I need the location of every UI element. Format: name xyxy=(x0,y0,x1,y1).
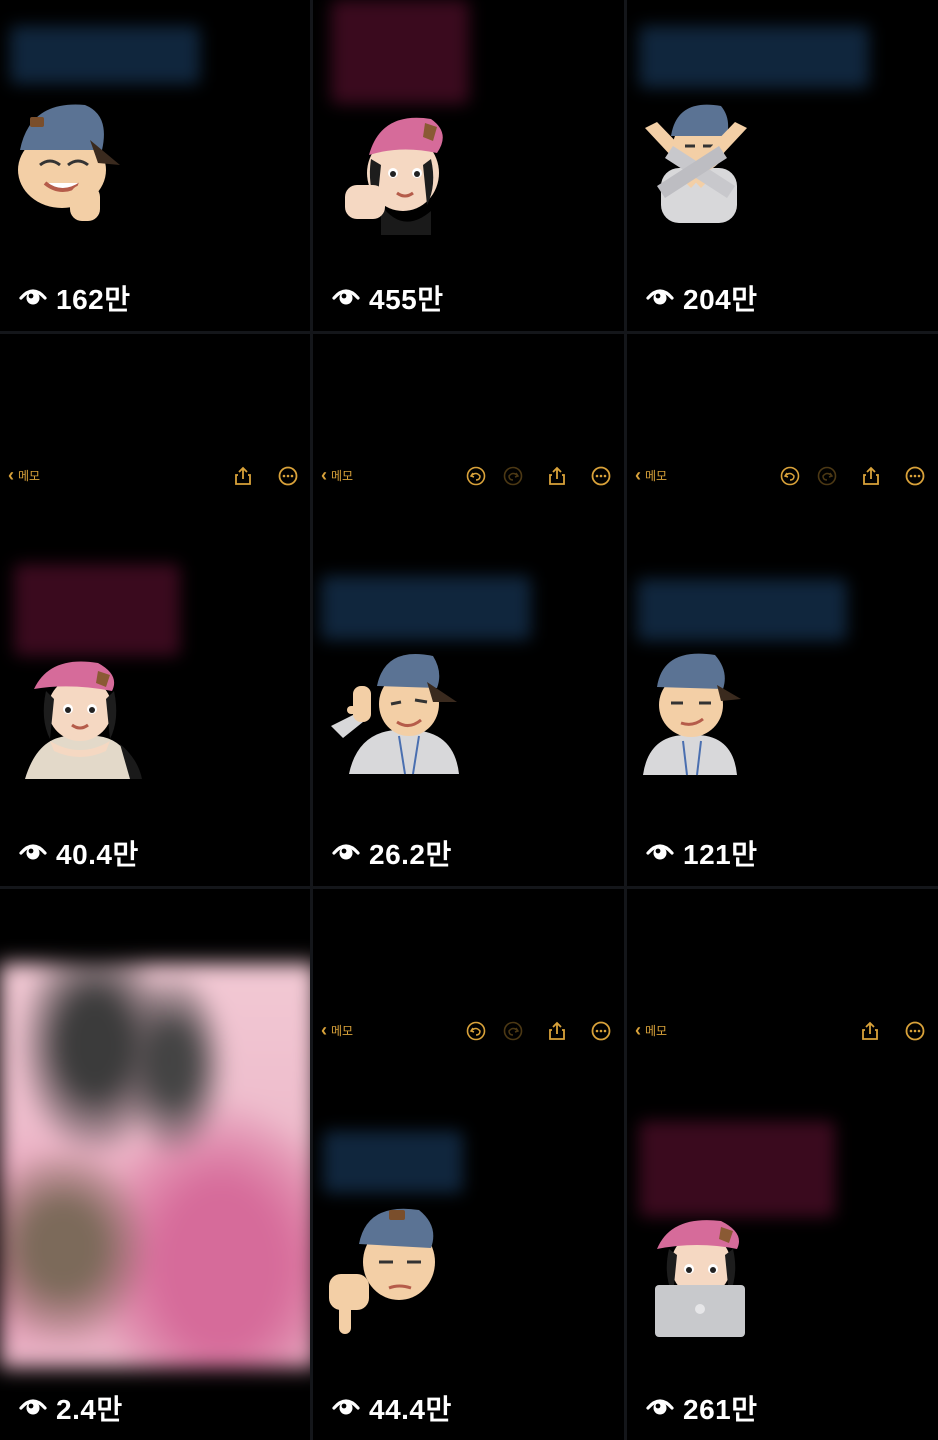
blurred-caption xyxy=(637,579,847,641)
grid-cell-6[interactable]: ‹ 메모 121만 xyxy=(627,334,938,886)
more-icon[interactable] xyxy=(904,1020,926,1042)
blurred-caption xyxy=(639,26,869,88)
eye-icon xyxy=(331,280,361,317)
memoji-cap-boy-smirk xyxy=(641,649,751,777)
grid-cell-8[interactable]: ‹ 메모 44.4만 xyxy=(313,889,624,1440)
more-icon[interactable] xyxy=(590,465,612,487)
grid-cell-9[interactable]: ‹ 메모 261만 xyxy=(627,889,938,1440)
grid-cell-5[interactable]: ‹ 메모 26.2만 xyxy=(313,334,624,886)
back-label: 메모 xyxy=(331,1023,354,1038)
eye-icon xyxy=(18,1390,48,1427)
grid-divider xyxy=(624,0,627,1440)
blurred-caption xyxy=(10,26,200,84)
chevron-left-icon: ‹ xyxy=(321,465,327,485)
view-count: 121만 xyxy=(645,833,757,873)
eye-icon xyxy=(18,835,48,872)
grid-divider xyxy=(310,0,313,1440)
undo-icon[interactable] xyxy=(779,465,801,487)
eye-icon xyxy=(331,835,361,872)
grid-cell-1[interactable]: 162만 xyxy=(0,0,310,331)
back-label: 메모 xyxy=(645,468,668,483)
share-icon[interactable] xyxy=(546,465,568,487)
view-count: 26.2만 xyxy=(331,833,452,873)
back-label: 메모 xyxy=(645,1023,668,1038)
back-label: 메모 xyxy=(18,468,41,483)
grid-cell-2[interactable]: 455만 xyxy=(313,0,624,331)
eye-icon xyxy=(331,1390,361,1427)
notes-toolbar: ‹ 메모 xyxy=(313,462,624,490)
back-button[interactable]: ‹ 메모 xyxy=(321,466,353,484)
chevron-left-icon: ‹ xyxy=(635,465,641,485)
chevron-left-icon: ‹ xyxy=(635,1020,641,1040)
back-button[interactable]: ‹ 메모 xyxy=(321,1021,353,1039)
view-count-label: 44.4만 xyxy=(369,1394,452,1425)
eye-icon xyxy=(645,835,675,872)
chevron-left-icon: ‹ xyxy=(321,1020,327,1040)
more-icon[interactable] xyxy=(904,465,926,487)
memoji-cap-boy-arms-crossed xyxy=(641,98,751,223)
view-count: 162만 xyxy=(18,278,130,318)
memoji-beret-girl-laptop xyxy=(651,1219,751,1339)
reels-grid: 162만 455만 204만 ‹ 메모 40.4만 ‹ 메모 26.2만 ‹ 메… xyxy=(0,0,938,1440)
blurred-caption xyxy=(639,1121,835,1217)
view-count-label: 261만 xyxy=(683,1394,758,1425)
grid-cell-4[interactable]: ‹ 메모 40.4만 xyxy=(0,334,310,886)
grid-divider xyxy=(0,886,938,889)
notes-toolbar: ‹ 메모 xyxy=(0,462,310,490)
view-count-label: 204만 xyxy=(683,284,758,315)
view-count-label: 40.4만 xyxy=(56,839,139,870)
back-button[interactable]: ‹ 메모 xyxy=(635,1021,667,1039)
share-icon[interactable] xyxy=(859,1020,881,1042)
blurred-caption xyxy=(331,0,469,104)
view-count-label: 162만 xyxy=(56,284,131,315)
memoji-cap-boy-call-me xyxy=(329,646,464,776)
more-icon[interactable] xyxy=(590,1020,612,1042)
view-count-label: 2.4만 xyxy=(56,1394,123,1425)
eye-icon xyxy=(645,1390,675,1427)
undo-icon[interactable] xyxy=(465,1020,487,1042)
view-count-label: 26.2만 xyxy=(369,839,452,870)
blurred-caption xyxy=(14,564,180,656)
memoji-beret-girl-hands-chin xyxy=(20,659,145,784)
notes-toolbar: ‹ 메모 xyxy=(627,462,938,490)
share-icon[interactable] xyxy=(546,1020,568,1042)
redo-icon[interactable] xyxy=(502,1020,524,1042)
grid-cell-7[interactable]: 2.4만 xyxy=(0,889,316,1440)
view-count-label: 121만 xyxy=(683,839,758,870)
back-button[interactable]: ‹ 메모 xyxy=(8,466,40,484)
blurred-thumbnail xyxy=(0,963,316,1368)
grid-cell-3[interactable]: 204만 xyxy=(627,0,938,331)
view-count: 455만 xyxy=(331,278,443,318)
redo-icon[interactable] xyxy=(816,465,838,487)
eye-icon xyxy=(645,280,675,317)
undo-icon[interactable] xyxy=(465,465,487,487)
back-button[interactable]: ‹ 메모 xyxy=(635,466,667,484)
notes-toolbar: ‹ 메모 xyxy=(627,1017,938,1045)
grid-divider xyxy=(0,331,938,334)
back-label: 메모 xyxy=(331,468,354,483)
view-count: 44.4만 xyxy=(331,1388,452,1428)
view-count: 2.4만 xyxy=(18,1388,123,1428)
more-icon[interactable] xyxy=(277,465,299,487)
share-icon[interactable] xyxy=(232,465,254,487)
memoji-cap-boy-thumbs-down xyxy=(327,1204,452,1336)
eye-icon xyxy=(18,280,48,317)
memoji-beret-girl-fist xyxy=(341,105,451,235)
blurred-caption xyxy=(323,1131,463,1193)
view-count: 204만 xyxy=(645,278,757,318)
view-count: 261만 xyxy=(645,1388,757,1428)
chevron-left-icon: ‹ xyxy=(8,465,14,485)
view-count-label: 455만 xyxy=(369,284,444,315)
redo-icon[interactable] xyxy=(502,465,524,487)
share-icon[interactable] xyxy=(860,465,882,487)
memoji-cap-boy-finger-heart xyxy=(10,95,125,225)
notes-toolbar: ‹ 메모 xyxy=(313,1017,624,1045)
blurred-caption xyxy=(321,576,531,640)
view-count: 40.4만 xyxy=(18,833,139,873)
